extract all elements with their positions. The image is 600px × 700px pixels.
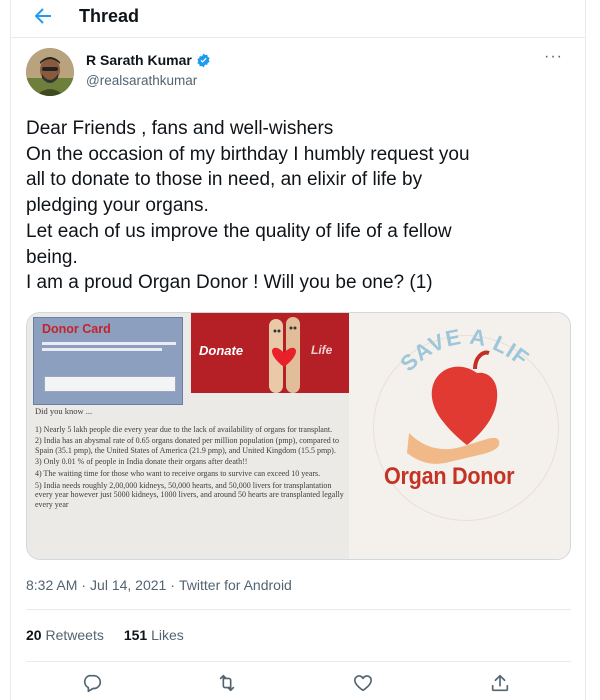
donate-label: Donate — [199, 343, 244, 358]
donor-card-image: Donor Card — [33, 317, 183, 405]
author-name[interactable]: R Sarath Kumar — [86, 52, 192, 68]
divider — [26, 609, 571, 610]
verified-badge-icon — [196, 53, 211, 68]
organ-donor-badge: SAVE A LIFE Organ Donor — [349, 313, 570, 559]
meta-separator: · — [170, 577, 176, 593]
tweet-line: pledging your organs. — [26, 195, 209, 217]
tweet-time[interactable]: 8:32 AM — [26, 577, 77, 593]
retweets-label: Retweets — [45, 627, 104, 643]
tweet-line: being. — [26, 246, 78, 268]
page-title: Thread — [79, 6, 140, 26]
donor-card-title: Donor Card — [42, 322, 111, 336]
divider — [26, 661, 571, 662]
avatar[interactable] — [26, 48, 74, 96]
retweets-stat[interactable]: 20 Retweets — [26, 627, 104, 643]
author-name-line[interactable]: R Sarath Kumar — [86, 52, 211, 68]
media-info-panel: Donor Card Donate Life Did you know ... … — [27, 313, 349, 559]
fact-item: 4) The waiting time for those who want t… — [35, 468, 321, 478]
tweet-actions — [11, 668, 585, 700]
did-you-know-heading: Did you know ... — [35, 406, 93, 416]
tweet-line: Let each of us improve the quality of li… — [26, 220, 452, 242]
tweet-stats: 20 Retweets 151 Likes — [26, 627, 184, 643]
facts-block: Did you know ... 1) Nearly 5 lakh people… — [35, 406, 347, 511]
retweets-count: 20 — [26, 627, 42, 643]
donor-card-field — [44, 376, 176, 392]
likes-label: Likes — [151, 627, 184, 643]
save-a-life-label: SAVE A LIFE — [349, 313, 533, 376]
tweet-media-image[interactable]: Donor Card Donate Life Did you know ... … — [26, 312, 571, 560]
thread-panel: Thread R Sarath Kumar @realsarathkumar ·… — [10, 0, 586, 700]
tweet-source[interactable]: Twitter for Android — [179, 577, 292, 593]
retweet-icon[interactable] — [216, 672, 238, 694]
header: Thread — [11, 0, 585, 38]
tweet-text: Dear Friends , fans and well-wishers On … — [26, 116, 571, 296]
tweet-line: I am a proud Organ Donor ! Will you be o… — [26, 272, 433, 294]
more-options-icon[interactable]: ··· — [544, 49, 564, 68]
share-icon[interactable] — [489, 672, 511, 694]
likes-stat[interactable]: 151 Likes — [124, 627, 184, 643]
author-handle[interactable]: @realsarathkumar — [86, 73, 197, 88]
reply-icon[interactable] — [81, 672, 103, 694]
likes-count: 151 — [123, 627, 148, 643]
fact-item: 3) Only 0.01 % of people in India donate… — [35, 457, 248, 467]
back-arrow-icon[interactable] — [31, 4, 57, 30]
organ-donor-label: Organ Donor — [384, 463, 515, 490]
meta-separator: · — [81, 577, 87, 593]
svg-text:SAVE A LIFE: SAVE A LIFE — [349, 313, 534, 376]
tweet-date[interactable]: Jul 14, 2021 — [90, 577, 166, 593]
fact-item: 5) India needs roughly 2,00,000 kidneys,… — [35, 480, 344, 509]
fact-item: 2) India has an abysmal rate of 0.65 org… — [35, 436, 339, 455]
like-icon[interactable] — [352, 672, 374, 694]
donate-life-image: Donate Life — [191, 313, 349, 393]
life-label: Life — [311, 343, 333, 357]
fact-item: 1) Nearly 5 lakh people die every year d… — [35, 424, 333, 434]
tweet-timestamp: 8:32 AM · Jul 14, 2021 · Twitter for And… — [26, 577, 292, 593]
tweet-line: all to donate to those in need, an elixi… — [26, 169, 423, 191]
tweet-author: R Sarath Kumar @realsarathkumar ··· — [26, 48, 566, 100]
tweet-line: On the occasion of my birthday I humbly … — [26, 143, 470, 165]
tweet-line: Dear Friends , fans and well-wishers — [26, 118, 334, 139]
